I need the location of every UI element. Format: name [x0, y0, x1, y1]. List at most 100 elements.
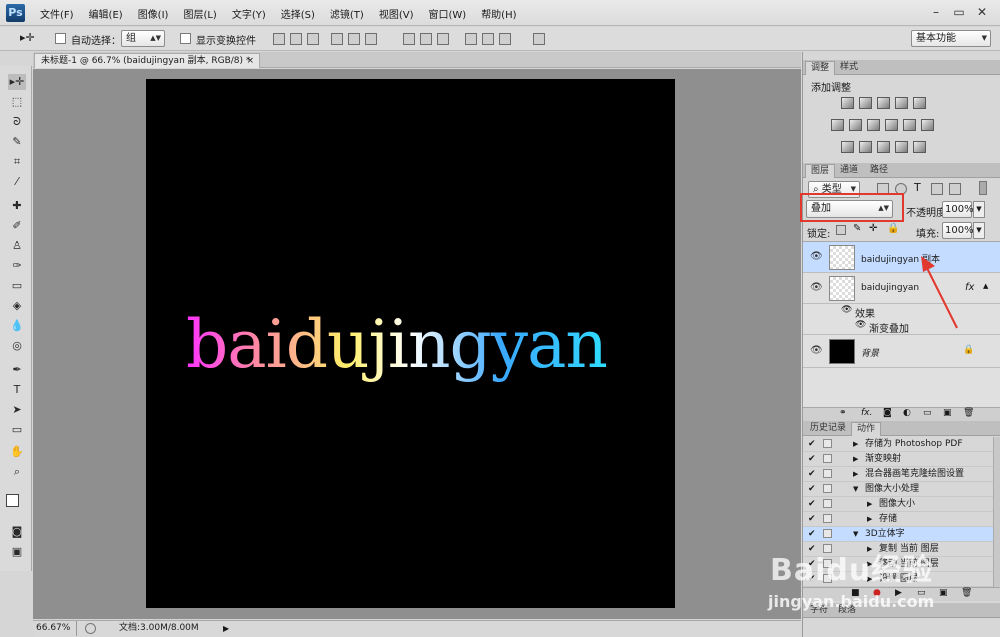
- tab-paths[interactable]: 路径: [865, 164, 893, 178]
- action-row[interactable]: ✔ ▶ 存储: [803, 512, 993, 527]
- layer-fx-icon[interactable]: fx: [965, 282, 974, 293]
- paint-bucket-tool-icon[interactable]: ◈: [8, 298, 26, 314]
- healing-brush-tool-icon[interactable]: ✚: [8, 198, 26, 214]
- layer-row-background[interactable]: 👁 背景 🔒: [803, 336, 1000, 368]
- clone-stamp-tool-icon[interactable]: ♙: [8, 238, 26, 254]
- tab-history[interactable]: 历史记录: [805, 422, 851, 436]
- align-top-icon[interactable]: [273, 33, 285, 45]
- tab-layers[interactable]: 图层: [805, 164, 836, 178]
- distribute-left-icon[interactable]: [465, 33, 477, 45]
- menu-edit[interactable]: 编辑(E): [89, 6, 123, 21]
- auto-select-dropdown[interactable]: 组 ▲▼: [121, 30, 165, 47]
- expand-arrow-icon[interactable]: ▶: [867, 497, 872, 511]
- expand-arrow-icon[interactable]: ▶: [853, 467, 858, 481]
- gradient-map-icon[interactable]: [895, 141, 908, 153]
- expand-arrow-icon[interactable]: ▶: [867, 512, 872, 526]
- distribute-top-icon[interactable]: [403, 33, 415, 45]
- action-dialog-toggle[interactable]: [823, 439, 832, 448]
- lock-image-icon[interactable]: ✎: [853, 223, 861, 234]
- menu-image[interactable]: 图像(I): [138, 6, 169, 21]
- menu-filter[interactable]: 滤镜(T): [330, 6, 364, 21]
- menu-view[interactable]: 视图(V): [379, 6, 414, 21]
- status-info-icon[interactable]: [85, 623, 96, 634]
- effects-eye-icon[interactable]: 👁: [841, 305, 852, 315]
- new-group-icon[interactable]: ▭: [923, 408, 932, 418]
- photo-filter-icon[interactable]: [885, 119, 898, 131]
- align-right-icon[interactable]: [365, 33, 377, 45]
- crop-tool-icon[interactable]: ⌗: [8, 154, 26, 170]
- menu-window[interactable]: 窗口(W): [428, 6, 466, 21]
- close-tab-icon[interactable]: ×: [246, 54, 254, 68]
- action-dialog-toggle[interactable]: [823, 499, 832, 508]
- blur-tool-icon[interactable]: 💧: [8, 318, 26, 334]
- distribute-hcenter-icon[interactable]: [482, 33, 494, 45]
- visibility-eye-icon[interactable]: 👁: [810, 251, 823, 262]
- visibility-eye-icon[interactable]: 👁: [810, 345, 823, 356]
- layer-row-text[interactable]: 👁 baidujingyan fx ▲: [803, 273, 1000, 304]
- add-mask-icon[interactable]: ◙: [883, 408, 892, 418]
- posterize-icon[interactable]: [859, 141, 872, 153]
- action-row-selected[interactable]: ✔ ▼ 3D立体字: [803, 527, 993, 542]
- expand-arrow-icon[interactable]: ▶: [853, 437, 858, 451]
- tab-channels[interactable]: 通道: [835, 164, 863, 178]
- action-check-icon[interactable]: ✔: [808, 467, 816, 481]
- distribute-vcenter-icon[interactable]: [420, 33, 432, 45]
- tab-actions[interactable]: 动作: [851, 422, 882, 436]
- zoom-level[interactable]: 66.67%: [36, 621, 78, 636]
- action-check-icon[interactable]: ✔: [808, 512, 816, 526]
- new-action-icon[interactable]: ▣: [939, 588, 948, 598]
- tab-adjustments[interactable]: 调整: [805, 61, 836, 75]
- add-style-icon[interactable]: fx.: [861, 408, 872, 418]
- action-dialog-toggle[interactable]: [823, 484, 832, 493]
- document-canvas[interactable]: baidujingyan: [146, 79, 675, 608]
- filter-type-icon[interactable]: T: [914, 181, 921, 194]
- action-dialog-toggle[interactable]: [823, 514, 832, 523]
- action-row[interactable]: ✔ ▶ 存储为 Photoshop PDF: [803, 437, 993, 452]
- action-check-icon[interactable]: ✔: [808, 482, 816, 496]
- tab-styles[interactable]: 样式: [835, 61, 863, 75]
- menu-layer[interactable]: 图层(L): [183, 6, 216, 21]
- curves-adjust-icon[interactable]: [877, 97, 890, 109]
- align-vcenter-icon[interactable]: [290, 33, 302, 45]
- type-tool-icon[interactable]: T: [8, 382, 26, 398]
- action-dialog-toggle[interactable]: [823, 469, 832, 478]
- action-dialog-toggle[interactable]: [823, 454, 832, 463]
- delete-layer-icon[interactable]: 🗑: [963, 408, 974, 418]
- minimize-button[interactable]: –: [925, 4, 947, 21]
- action-row[interactable]: ✔ ▶ 渐变映射: [803, 452, 993, 467]
- action-check-icon[interactable]: ✔: [808, 437, 816, 451]
- history-brush-tool-icon[interactable]: ✑: [8, 258, 26, 274]
- distribute-bottom-icon[interactable]: [437, 33, 449, 45]
- align-bottom-icon[interactable]: [307, 33, 319, 45]
- collapse-arrow-icon[interactable]: ▼: [853, 527, 858, 541]
- eyedropper-tool-icon[interactable]: ⁄: [8, 174, 26, 190]
- action-row[interactable]: ✔ ▶ 混合器画笔克隆绘图设置: [803, 467, 993, 482]
- channel-mixer-icon[interactable]: [903, 119, 916, 131]
- delete-action-icon[interactable]: 🗑: [961, 588, 972, 598]
- invert-icon[interactable]: [841, 141, 854, 153]
- status-menu-arrow-icon[interactable]: ▶: [223, 621, 229, 636]
- eraser-tool-icon[interactable]: ▭: [8, 278, 26, 294]
- color-lookup-icon[interactable]: [921, 119, 934, 131]
- effects-row[interactable]: 👁 效果: [803, 304, 1000, 320]
- filter-toggle-switch[interactable]: [979, 181, 987, 195]
- rectangle-tool-icon[interactable]: ▭: [8, 422, 26, 438]
- fill-input[interactable]: 100%: [942, 222, 974, 239]
- distribute-right-icon[interactable]: [499, 33, 511, 45]
- opacity-slider-arrow-icon[interactable]: ▼: [973, 201, 985, 218]
- black-white-icon[interactable]: [867, 119, 880, 131]
- selective-color-icon[interactable]: [913, 141, 926, 153]
- new-layer-icon[interactable]: ▣: [943, 408, 952, 418]
- action-check-icon[interactable]: ✔: [808, 527, 816, 541]
- menu-type[interactable]: 文字(Y): [232, 6, 266, 21]
- effect-eye-icon[interactable]: 👁: [855, 320, 866, 330]
- levels-adjust-icon[interactable]: [859, 97, 872, 109]
- show-transform-checkbox[interactable]: [180, 33, 191, 45]
- document-tab[interactable]: 未标题-1 @ 66.7% (baidujingyan 副本, RGB/8) *…: [34, 53, 260, 68]
- brush-tool-icon[interactable]: ✐: [8, 218, 26, 234]
- marquee-tool-icon[interactable]: ⬚: [8, 94, 26, 110]
- opacity-input[interactable]: 100%: [942, 201, 974, 218]
- expand-arrow-icon[interactable]: ▶: [853, 452, 858, 466]
- align-hcenter-icon[interactable]: [348, 33, 360, 45]
- menu-file[interactable]: 文件(F): [40, 6, 74, 21]
